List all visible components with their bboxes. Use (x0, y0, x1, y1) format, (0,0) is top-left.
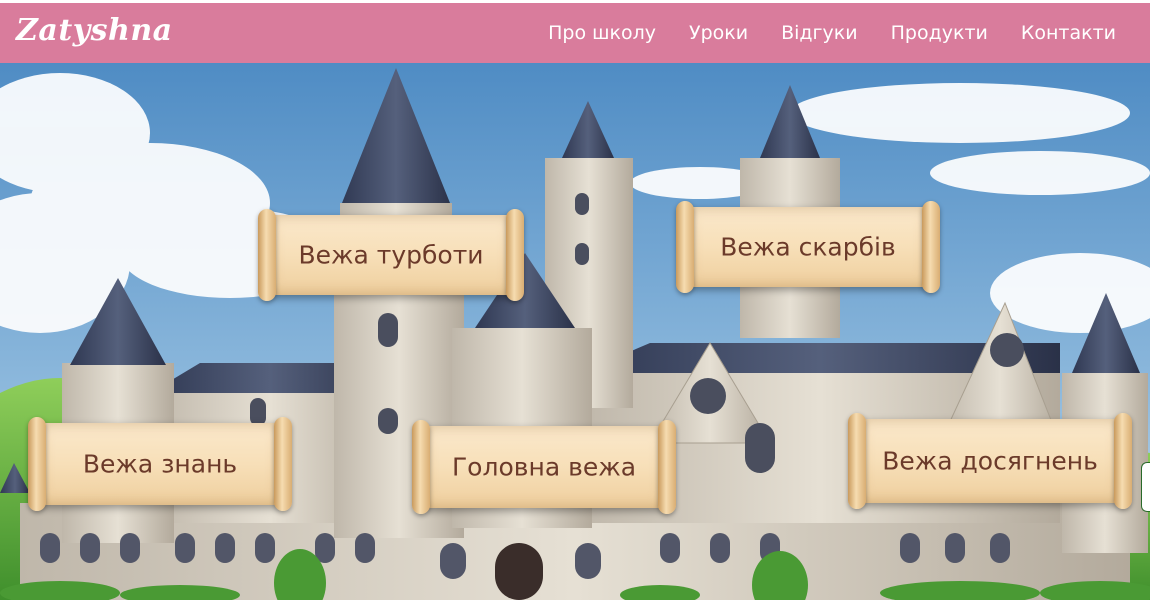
scroll-tower-achievements[interactable]: Вежа досягнень (848, 413, 1132, 509)
scroll-label: Вежа скарбів (720, 232, 896, 262)
side-widget-tab[interactable] (1141, 462, 1150, 512)
scroll-tower-main[interactable]: Головна вежа (412, 420, 676, 514)
hero-castle: Вежа турботи Вежа скарбів Вежа знань Гол… (0, 63, 1150, 600)
scroll-label: Вежа досягнень (882, 446, 1098, 476)
scroll-tower-treasures[interactable]: Вежа скарбів (676, 201, 940, 293)
navbar: Zatyshna Про школу Уроки Відгуки Продукт… (0, 3, 1150, 63)
scroll-label: Вежа турботи (298, 240, 484, 270)
site-logo[interactable]: Zatyshna (16, 13, 173, 48)
castle-illustration (0, 63, 1150, 600)
nav-link-lessons[interactable]: Уроки (689, 22, 748, 44)
scroll-tower-knowledge[interactable]: Вежа знань (28, 417, 292, 511)
nav-link-contacts[interactable]: Контакти (1021, 22, 1116, 44)
scroll-label: Головна вежа (451, 452, 637, 482)
scroll-label: Вежа знань (82, 449, 238, 479)
nav-link-products[interactable]: Продукти (891, 22, 988, 44)
scroll-tower-care[interactable]: Вежа турботи (258, 209, 524, 301)
main-nav: Про школу Уроки Відгуки Продукти Контакт… (515, 22, 1116, 44)
nav-link-about[interactable]: Про школу (548, 22, 656, 44)
nav-link-reviews[interactable]: Відгуки (781, 22, 858, 44)
